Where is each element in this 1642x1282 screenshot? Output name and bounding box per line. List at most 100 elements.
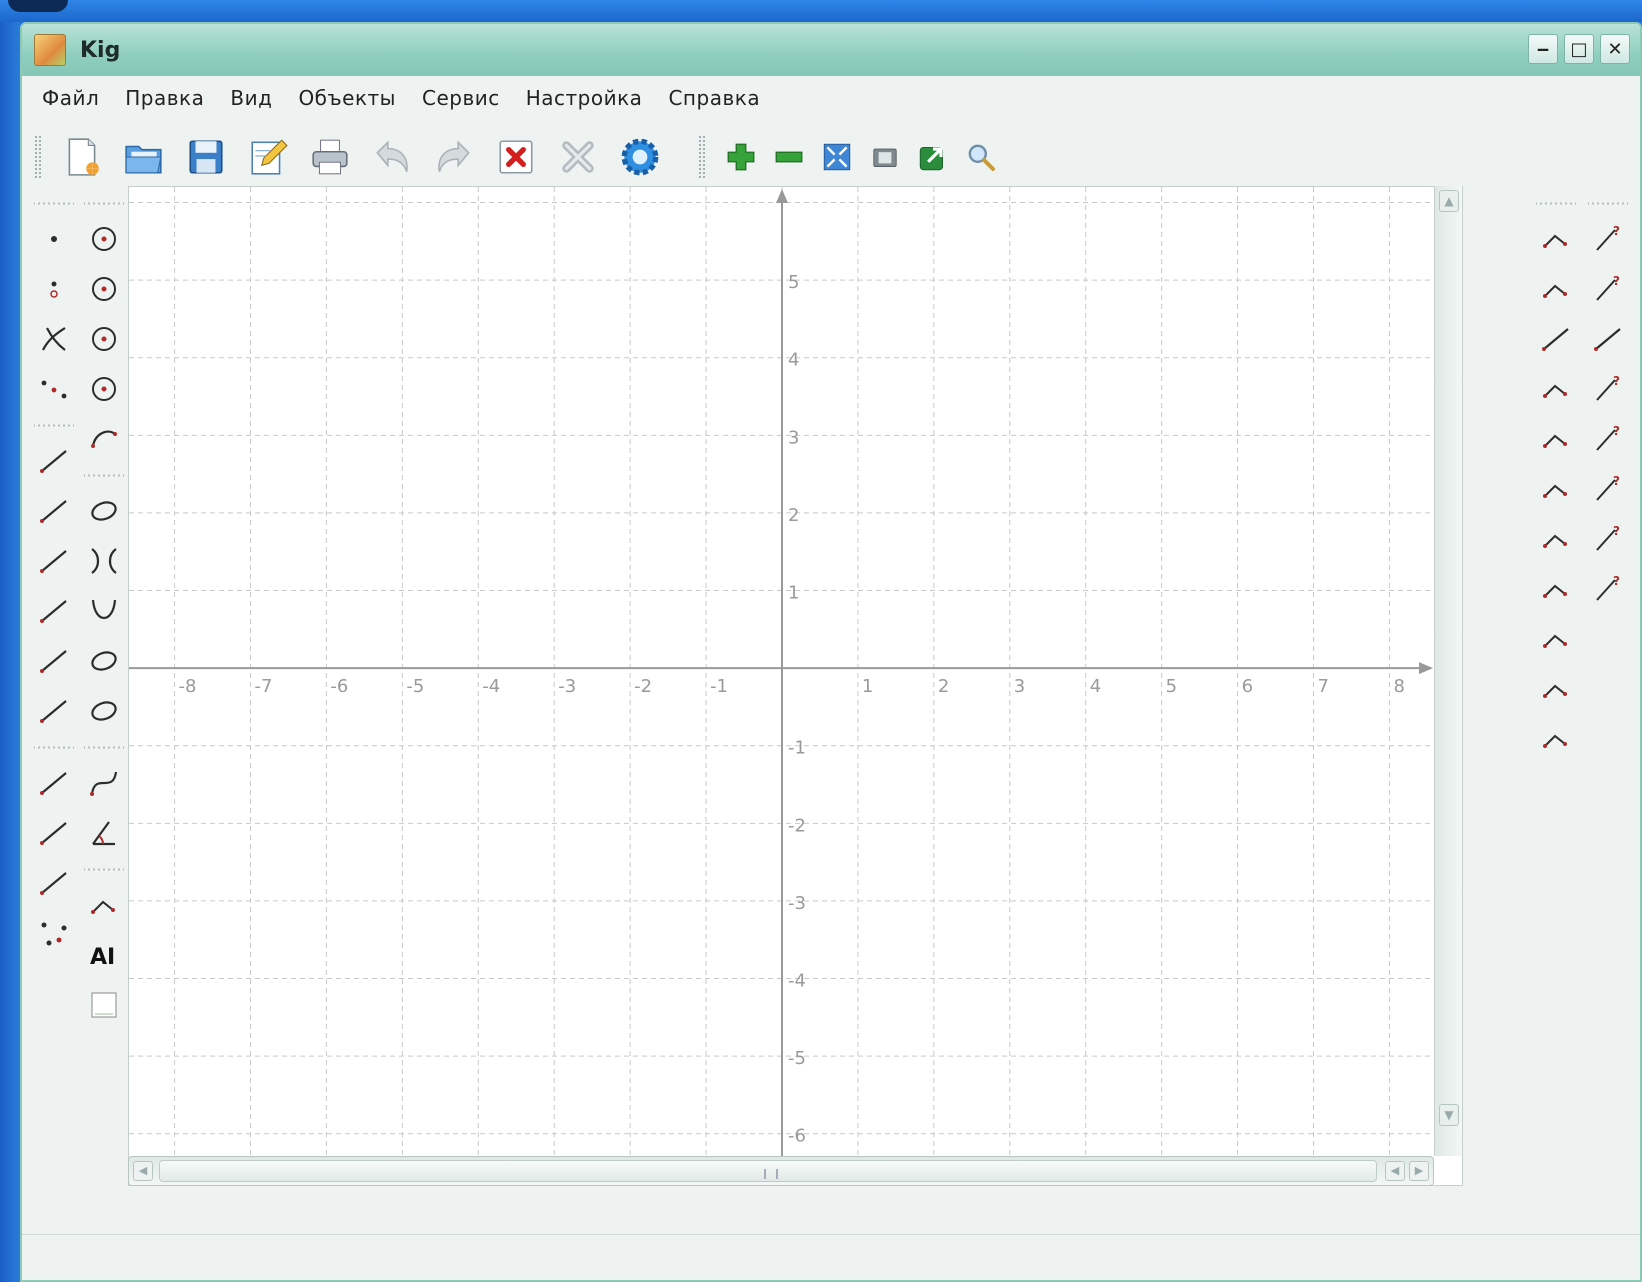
- test-in-polygon-tool-button[interactable]: ?: [1584, 564, 1632, 614]
- geometry-canvas[interactable]: -8 -7 -6 -5 -4 -3 -2 -1 1 2 3 4 5 6 7 8 5 4 3 2 1 -1 -2 -3 -4 -5 -…: [128, 186, 1463, 1186]
- tool-separator[interactable]: [1588, 192, 1628, 214]
- constrained-point-tool-button[interactable]: [30, 264, 78, 314]
- horizontal-scrollbar[interactable]: ◀ ◀ ▶: [128, 1156, 1434, 1186]
- vector-tool-button[interactable]: [30, 758, 78, 808]
- conic-general-tool-button[interactable]: [80, 636, 128, 686]
- inversion-tool-button[interactable]: [1532, 564, 1580, 614]
- edit-button[interactable]: [244, 133, 292, 181]
- line-reflection-tool-button[interactable]: [1532, 314, 1580, 364]
- maximize-button[interactable]: □: [1564, 34, 1594, 64]
- circle-concentric-icon: [92, 377, 116, 401]
- zoom-in-button[interactable]: [722, 133, 760, 181]
- image-tool-button[interactable]: [80, 980, 128, 1030]
- line-tool-button[interactable]: [30, 436, 78, 486]
- tool-separator[interactable]: [34, 414, 74, 436]
- close-button[interactable]: ✕: [1600, 34, 1630, 64]
- scroll-left-arrow[interactable]: ◀: [133, 1161, 153, 1181]
- point-reflection-tool-button[interactable]: [1532, 264, 1580, 314]
- menu-view[interactable]: Вид: [230, 86, 272, 110]
- test-in-polygon-icon: ?: [1596, 574, 1620, 601]
- scroll-left-arrow-2[interactable]: ◀: [1385, 1161, 1405, 1181]
- tool-separator[interactable]: [34, 736, 74, 758]
- midpoint-tool-button[interactable]: [30, 364, 78, 414]
- text-label-tool-button[interactable]: AI: [80, 930, 128, 980]
- new-document-button[interactable]: [58, 133, 106, 181]
- scroll-right-arrow[interactable]: ▶: [1409, 1161, 1429, 1181]
- menu-help[interactable]: Справка: [668, 86, 760, 110]
- segment-tool-button[interactable]: [30, 486, 78, 536]
- parallel-line-tool-button[interactable]: [30, 586, 78, 636]
- tool-separator[interactable]: [1536, 192, 1576, 214]
- parabola-tool-button[interactable]: [80, 586, 128, 636]
- menu-objects[interactable]: Объекты: [298, 86, 396, 110]
- circle-concentric-tool-button[interactable]: [80, 364, 128, 414]
- bezier-curve-tool-button[interactable]: [80, 758, 128, 808]
- scroll-up-arrow[interactable]: ▲: [1439, 190, 1459, 212]
- segment-sum-tool-button[interactable]: [30, 858, 78, 908]
- projective-tool-button[interactable]: [1532, 614, 1580, 664]
- zoom-out-button[interactable]: [770, 133, 808, 181]
- app-icon[interactable]: [34, 34, 66, 66]
- redo-button[interactable]: [430, 133, 478, 181]
- tool-separator[interactable]: [34, 192, 74, 214]
- intersection-point-tool-button[interactable]: [30, 314, 78, 364]
- print-button[interactable]: [306, 133, 354, 181]
- toolbar-grip[interactable]: [34, 135, 42, 179]
- minimize-button[interactable]: ‒: [1528, 34, 1558, 64]
- scaling-tool-button[interactable]: [1532, 414, 1580, 464]
- horizontal-scroll-thumb[interactable]: [159, 1160, 1377, 1182]
- bisector-line-tool-button[interactable]: [30, 686, 78, 736]
- delete-button[interactable]: [492, 133, 540, 181]
- scroll-down-arrow[interactable]: ▼: [1439, 1104, 1459, 1126]
- toolbar-grip-2[interactable]: [698, 135, 706, 179]
- cancel-construction-button[interactable]: [554, 133, 602, 181]
- menu-edit[interactable]: Правка: [125, 86, 204, 110]
- open-button[interactable]: [120, 133, 168, 181]
- vertical-scrollbar[interactable]: ▲ ▼: [1434, 186, 1462, 1156]
- tool-separator[interactable]: [84, 192, 124, 214]
- locus-tool-button[interactable]: [80, 880, 128, 930]
- circle-center-point-tool-button[interactable]: [80, 214, 128, 264]
- tool-separator[interactable]: [84, 736, 124, 758]
- undo-button[interactable]: [368, 133, 416, 181]
- conic-degenerate-tool-button[interactable]: [80, 686, 128, 736]
- similitude-tool-button[interactable]: [1532, 464, 1580, 514]
- polygon-vertices-tool-button[interactable]: [30, 908, 78, 958]
- ray-tool-button[interactable]: [30, 536, 78, 586]
- save-button[interactable]: [182, 133, 230, 181]
- tool-separator[interactable]: [84, 858, 124, 880]
- test-on-curve-tool-button[interactable]: ?: [1584, 364, 1632, 414]
- rotation-tool-button[interactable]: [1532, 364, 1580, 414]
- affinity-tool-button[interactable]: [1532, 664, 1580, 714]
- point-tool-button[interactable]: [30, 214, 78, 264]
- title-bar[interactable]: Kig ‒ □ ✕: [22, 24, 1640, 76]
- affinity-triangle-tool-button[interactable]: [1532, 714, 1580, 764]
- zoom-search-button[interactable]: [962, 133, 1000, 181]
- conic-five-points-tool-button[interactable]: [80, 486, 128, 536]
- test-orthogonal-tool-button[interactable]: ?: [1584, 264, 1632, 314]
- test-collinear-tool-button[interactable]: [1584, 314, 1632, 364]
- fit-to-screen-button[interactable]: [818, 133, 856, 181]
- circle-center-radius-tool-button[interactable]: [80, 314, 128, 364]
- translation-tool-button[interactable]: [1532, 214, 1580, 264]
- configure-button[interactable]: [616, 133, 664, 181]
- hyperbola-tool-button[interactable]: [80, 536, 128, 586]
- circle-three-points-tool-button[interactable]: [80, 264, 128, 314]
- harmonic-homology-tool-button[interactable]: [1532, 514, 1580, 564]
- menu-file[interactable]: Файл: [42, 86, 99, 110]
- test-parallel-tool-button[interactable]: ?: [1584, 214, 1632, 264]
- perpendicular-line-tool-button[interactable]: [30, 636, 78, 686]
- screenshot-button[interactable]: [866, 133, 904, 181]
- export-button[interactable]: [914, 133, 952, 181]
- arc-tool-button[interactable]: [80, 414, 128, 464]
- tool-separator[interactable]: [84, 464, 124, 486]
- test-convex-tool-button[interactable]: ?: [1584, 414, 1632, 464]
- test-existence-tool-button[interactable]: ?: [1584, 514, 1632, 564]
- angle-tool-button[interactable]: [80, 808, 128, 858]
- menu-tools[interactable]: Сервис: [422, 86, 500, 110]
- test-square-tool-button[interactable]: ?: [1584, 464, 1632, 514]
- x-tick-label: 2: [938, 676, 949, 697]
- coordinate-plane[interactable]: -8 -7 -6 -5 -4 -3 -2 -1 1 2 3 4 5 6 7 8 5 4 3 2 1 -1 -2 -3 -4 -5 -…: [129, 187, 1435, 1157]
- vector-sum-tool-button[interactable]: [30, 808, 78, 858]
- menu-settings[interactable]: Настройка: [526, 86, 643, 110]
